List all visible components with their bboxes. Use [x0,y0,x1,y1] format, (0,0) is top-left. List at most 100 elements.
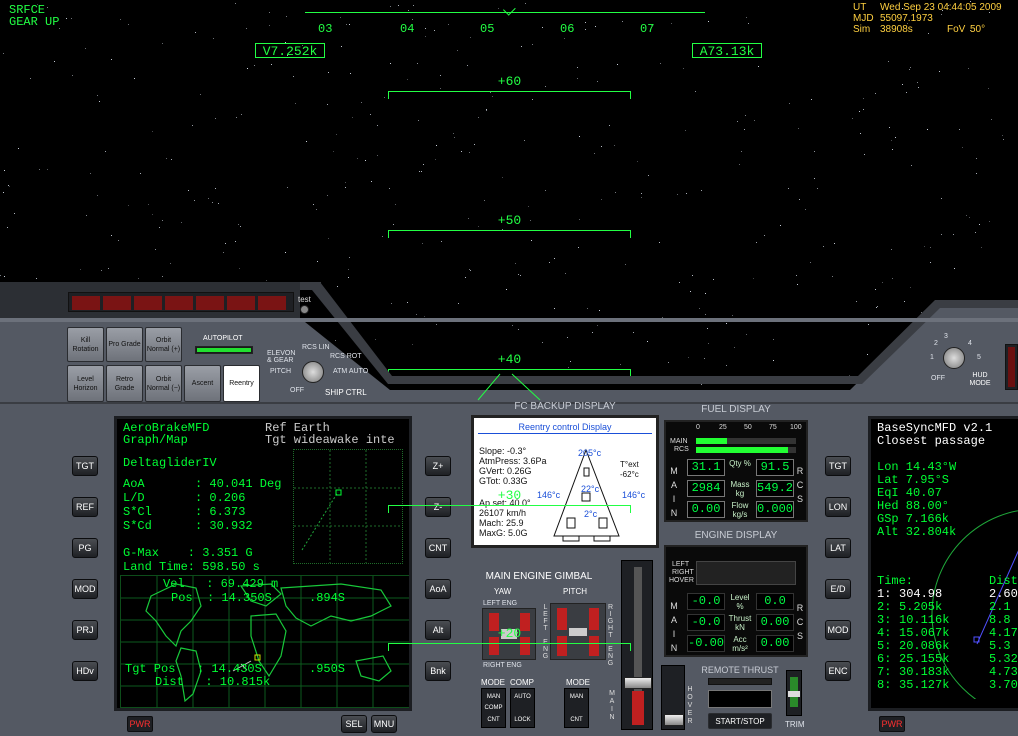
pitch-label: PITCH [270,368,291,375]
star [614,145,615,146]
star [902,84,903,85]
star [240,226,241,227]
star [924,246,925,247]
star [895,137,896,138]
left-mfd-mnu-button[interactable]: MNU [371,715,397,733]
fuel-scale-100: 100 [790,424,802,431]
star [660,63,661,64]
ship-ctrl-knob[interactable] [302,361,324,383]
retrograde-button[interactable]: Retro Grade [106,365,143,402]
remote-thrust-display [708,690,772,708]
hover-throttle[interactable] [661,665,685,730]
right-warning-strip [1005,344,1018,390]
right-mfd-tgt-button[interactable]: TGT [825,456,851,476]
left-mfd-mod-button[interactable]: MOD [72,579,98,599]
fuel-mass-label: Mass kg [730,480,750,498]
star [208,198,209,199]
star [469,152,470,153]
star [554,258,555,259]
star [194,200,195,201]
right-mfd-pwr-button[interactable]: PWR [879,716,905,732]
orbit-normal-minus-button[interactable]: Orbit Normal (−) [145,365,182,402]
star [927,129,928,130]
hud-heading-tape [305,2,705,24]
star [888,61,889,62]
ascent-button[interactable]: Ascent [184,365,221,402]
ship-ctrl-title: SHIP CTRL [325,388,367,397]
left-mfd-ref-button[interactable]: REF [72,497,98,517]
pitch-ladder-60: +60 [388,74,631,99]
left-mfd-cnt-button[interactable]: CNT [425,538,451,558]
star [215,118,216,119]
left-mfd-prj-button[interactable]: PRJ [72,620,98,640]
fc-text-value: -62°c [620,470,639,479]
left-mfd-hdv-button[interactable]: HDv [72,661,98,681]
gimbal-man2-label: MAN [569,694,584,700]
star [9,186,10,187]
fuel-scale-0: 0 [696,424,700,431]
engine-level-left: -0.0 [687,593,725,610]
star [30,78,31,79]
fuel-rcs-flow: 0.000 [756,501,794,518]
warning-light [72,296,100,310]
left-mfd-bnk-button[interactable]: Bnk [425,661,451,681]
fuel-main-bar [696,438,796,444]
left-mfd-pg-button[interactable]: PG [72,538,98,558]
hud-heading-07: 07 [640,22,655,36]
star [941,14,942,15]
right-mfd-ed-button[interactable]: E/D [825,579,851,599]
left-mfd-aoa-button[interactable]: AoA [425,579,451,599]
star [108,268,109,269]
ut-value: Wed Sep 23 04:44:05 2009 [880,2,1002,13]
star [753,278,754,279]
star [578,247,579,248]
left-mfd-tgt-button[interactable]: TGT [72,456,98,476]
trim-slider[interactable] [786,670,802,716]
star [615,192,616,193]
hud-mode-5: 5 [977,354,981,361]
star [692,275,693,276]
star [170,263,171,264]
reentry-button[interactable]: Reentry [223,365,260,402]
engine-level-bars [696,561,796,585]
left-mfd-sel-button[interactable]: SEL [341,715,367,733]
hud-altitude-readout: A73.13k [692,43,762,59]
left-mfd-aoa-val: : 40.041 Deg [195,477,282,491]
right-mfd-lat-button[interactable]: LAT [825,538,851,558]
star [421,171,422,172]
start-stop-button[interactable]: START/STOP [708,713,772,729]
right-mfd-mod-button[interactable]: MOD [825,620,851,640]
gimbal-man-label: MAN [486,694,501,700]
test-button[interactable] [300,305,309,314]
star [502,177,503,178]
hud-mode-knob[interactable] [943,347,965,369]
orbit-normal-plus-button[interactable]: Orbit Normal (+) [145,327,182,362]
gimbal-comp-label: COMP [510,678,534,687]
right-mfd-enc-button[interactable]: ENC [825,661,851,681]
gimbal-mode-switch[interactable]: MAN COMP CNT [481,688,506,728]
gimbal-mode2-switch[interactable]: MAN CNT [564,688,589,728]
star [976,173,977,174]
rcs-lin-label: RCS LIN [302,344,330,351]
left-mfd-pwr-button[interactable]: PWR [127,716,153,732]
left-mfd-zplus-button[interactable]: Z+ [425,456,451,476]
fuel-scale-75: 75 [769,424,777,431]
left-mfd-land-time: Land Time: 598.50 s [123,560,260,574]
level-horizon-button[interactable]: Level Horizon [67,365,104,402]
engine-left-label: LEFT [672,561,690,568]
engine-level-label: Level % [730,593,750,611]
right-mfd-lon-button[interactable]: LON [825,497,851,517]
star [225,243,226,244]
star [788,188,789,189]
star [3,53,4,54]
star [134,78,135,79]
prograde-button[interactable]: Pro Grade [106,327,143,362]
kill-rotation-button[interactable]: Kill Rotation [67,327,104,362]
star [361,102,362,103]
star [860,133,861,134]
star [814,178,815,179]
star [744,129,745,130]
gimbal-left-eng-label: LEFT ENG [483,600,518,607]
gimbal-comp-switch[interactable]: AUTO LOCK [510,688,535,728]
fuel-scale-50: 50 [744,424,752,431]
